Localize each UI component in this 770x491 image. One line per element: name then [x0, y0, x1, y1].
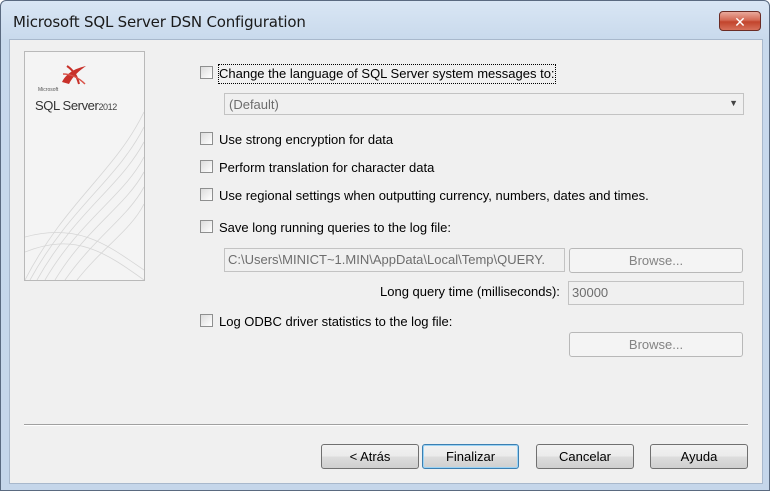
- finish-button-label: Finalizar: [445, 449, 496, 464]
- save-long-queries-label[interactable]: Save long running queries to the log fil…: [219, 219, 451, 237]
- long-query-time-value: 30000: [572, 285, 609, 300]
- browse-long-query-label: Browse...: [628, 253, 684, 268]
- finish-button[interactable]: Finalizar: [422, 444, 519, 469]
- regional-settings-checkbox[interactable]: [200, 188, 213, 201]
- long-query-time-label: Long query time (milliseconds):: [380, 284, 560, 299]
- window-title: Microsoft SQL Server DSN Configuration: [13, 13, 306, 31]
- language-select-value: (Default): [229, 97, 279, 112]
- translation-checkbox[interactable]: [200, 160, 213, 173]
- help-button-label: Ayuda: [680, 449, 718, 464]
- footer-separator: [24, 424, 748, 426]
- logo-year: 2012: [98, 102, 117, 112]
- browse-odbc-stats-button[interactable]: Browse...: [569, 332, 743, 357]
- dialog-body: Microsoft SQL Server2012 Change the lang…: [9, 39, 763, 484]
- back-button[interactable]: < Atrás: [321, 444, 419, 469]
- sql-server-banner: Microsoft SQL Server2012: [24, 51, 145, 281]
- back-button-label: < Atrás: [349, 449, 391, 464]
- logo-microsoft-text: Microsoft: [38, 87, 59, 93]
- logo-product: SQL Server: [35, 98, 99, 113]
- cancel-button-label: Cancelar: [558, 449, 612, 464]
- long-query-log-path-field[interactable]: C:\Users\MINICT~1.MIN\AppData\Local\Temp…: [224, 248, 565, 272]
- translation-label[interactable]: Perform translation for character data: [219, 159, 434, 177]
- strong-encryption-label[interactable]: Use strong encryption for data: [219, 131, 393, 149]
- strong-encryption-checkbox[interactable]: [200, 132, 213, 145]
- logo-product-text: SQL Server2012: [35, 98, 117, 113]
- log-odbc-stats-label[interactable]: Log ODBC driver statistics to the log fi…: [219, 313, 452, 331]
- log-odbc-stats-checkbox[interactable]: [200, 314, 213, 327]
- dropdown-arrow-icon: ▼: [729, 98, 738, 108]
- sql-server-logo-icon: [62, 65, 86, 85]
- long-query-log-path-value: C:\Users\MINICT~1.MIN\AppData\Local\Temp…: [228, 252, 546, 267]
- title-bar[interactable]: Microsoft SQL Server DSN Configuration ✕: [1, 1, 769, 39]
- browse-odbc-stats-label: Browse...: [628, 337, 684, 352]
- regional-settings-label[interactable]: Use regional settings when outputting cu…: [219, 187, 649, 205]
- cancel-button[interactable]: Cancelar: [536, 444, 634, 469]
- close-button[interactable]: ✕: [719, 11, 761, 31]
- long-query-time-field[interactable]: 30000: [568, 281, 744, 305]
- save-long-queries-checkbox[interactable]: [200, 220, 213, 233]
- change-language-label[interactable]: Change the language of SQL Server system…: [218, 64, 556, 84]
- dsn-config-dialog: Microsoft SQL Server DSN Configuration ✕: [0, 0, 770, 491]
- language-select[interactable]: (Default) ▼: [224, 93, 744, 115]
- close-icon: ✕: [734, 14, 746, 30]
- browse-long-query-button[interactable]: Browse...: [569, 248, 743, 273]
- help-button[interactable]: Ayuda: [650, 444, 748, 469]
- change-language-checkbox[interactable]: [200, 66, 213, 79]
